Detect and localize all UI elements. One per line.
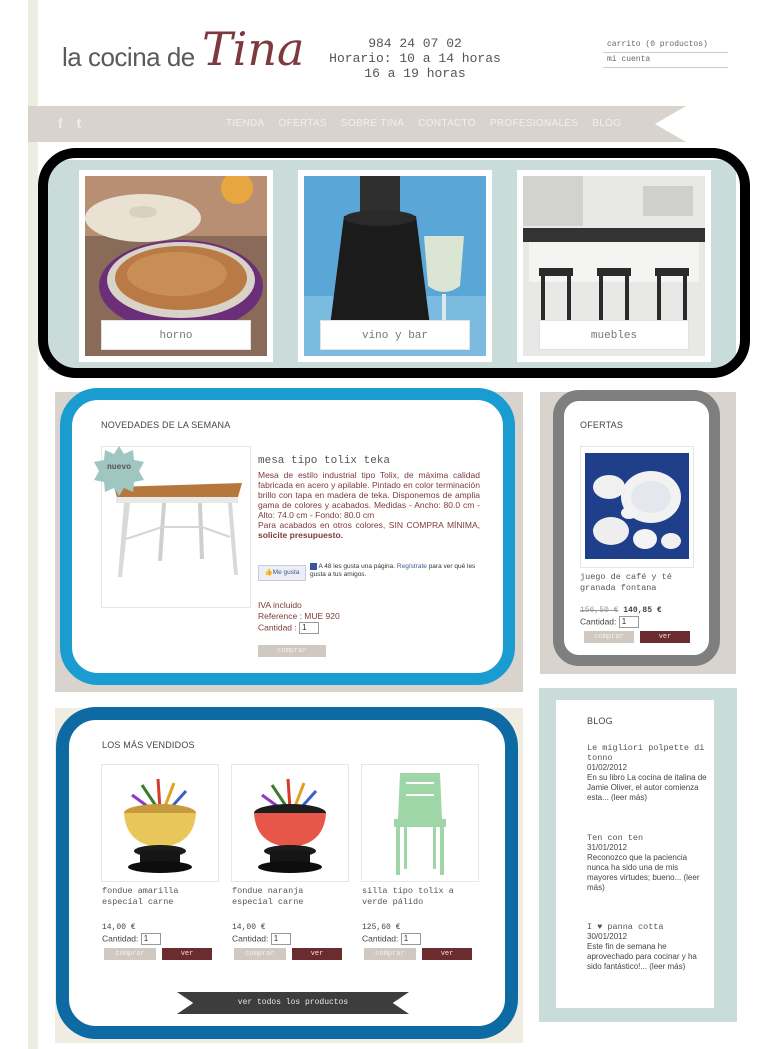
buy-button[interactable]: comprar bbox=[104, 948, 156, 960]
vendidos-item-price: 14,00 € bbox=[102, 923, 136, 932]
user-links: carrito (0 productos) mi cuenta bbox=[603, 38, 728, 68]
hours-line-1: Horario: 10 a 14 horas bbox=[329, 51, 501, 66]
current-price: 140,85 € bbox=[623, 606, 662, 615]
view-button[interactable]: ver bbox=[422, 948, 472, 960]
buy-button[interactable]: comprar bbox=[584, 631, 634, 643]
twitter-icon[interactable]: t bbox=[77, 115, 82, 131]
account-link[interactable]: mi cuenta bbox=[603, 53, 728, 68]
see-all-products-button[interactable]: ver todos los productos bbox=[177, 992, 409, 1014]
quantity-input[interactable]: 1 bbox=[618, 616, 639, 628]
blog-entry-date: 31/01/2012 bbox=[587, 843, 628, 852]
ofertas-product-image[interactable] bbox=[580, 446, 694, 568]
new-badge-label: nuevo bbox=[106, 463, 131, 472]
quantity-input[interactable]: 1 bbox=[140, 933, 161, 945]
view-button[interactable]: ver bbox=[292, 948, 342, 960]
vendidos-title: LOS MÁS VENDIDOS bbox=[102, 740, 195, 750]
quantity-label: Cantidad: bbox=[232, 933, 269, 944]
buy-button[interactable]: comprar bbox=[364, 948, 416, 960]
like-button-label: Me gusta bbox=[272, 569, 300, 576]
blog-title: BLOG bbox=[587, 716, 613, 726]
blog-entry[interactable]: I ♥ panna cotta 30/01/2012 Este fin de s… bbox=[587, 922, 707, 972]
quote-request-link[interactable]: solicite presupuesto. bbox=[258, 530, 343, 540]
novedades-product-name[interactable]: mesa tipo tolix teka bbox=[258, 455, 390, 467]
buy-button[interactable]: comprar bbox=[234, 948, 286, 960]
blog-entry-excerpt: En su libro La cocina de italina de Jami… bbox=[587, 773, 707, 802]
description-text-2: Para acabados en otros colores, SIN COMP… bbox=[258, 520, 480, 530]
nav-item-ofertas[interactable]: OFERTAS bbox=[278, 118, 326, 129]
blog-entry-date: 01/02/2012 bbox=[587, 763, 628, 772]
view-button[interactable]: ver bbox=[640, 631, 690, 643]
contact-info: 984 24 07 02 Horario: 10 a 14 horas 16 a… bbox=[322, 36, 508, 81]
ofertas-title: OFERTAS bbox=[580, 420, 624, 430]
like-text: A 48 les gusta una página. Regístrate pa… bbox=[310, 563, 482, 579]
vendidos-item-image[interactable] bbox=[101, 764, 219, 882]
blog-entry-title[interactable]: Ten con ten bbox=[587, 833, 707, 843]
highlight-frame-categories bbox=[38, 148, 750, 378]
quantity-label: Cantidad: bbox=[102, 933, 139, 944]
ofertas-product-name[interactable]: juego de café y té granada fontana bbox=[580, 572, 692, 594]
quantity-label: Cantidad: bbox=[362, 933, 399, 944]
new-badge: nuevo bbox=[94, 446, 144, 496]
nav-menu: TIENDA OFERTAS SOBRE TINA CONTACTO PROFE… bbox=[226, 118, 635, 129]
ofertas-quantity-row: Cantidad: 1 bbox=[580, 616, 639, 628]
left-sidebar-strip bbox=[28, 0, 38, 1049]
view-button[interactable]: ver bbox=[162, 948, 212, 960]
quantity-label: Cantidad: bbox=[580, 616, 617, 627]
thumbs-up-icon: 👍 bbox=[264, 569, 273, 576]
blog-entry-excerpt: Reconozco que la paciencia nunca ha sido… bbox=[587, 853, 700, 892]
nav-item-tienda[interactable]: TIENDA bbox=[226, 118, 264, 129]
nav-item-contacto[interactable]: CONTACTO bbox=[418, 118, 476, 129]
like-count-text: A 48 les gusta una página. bbox=[318, 563, 397, 571]
register-link[interactable]: Regístrate bbox=[397, 563, 427, 570]
blog-entry-date: 30/01/2012 bbox=[587, 932, 628, 941]
facebook-icon[interactable]: f bbox=[58, 115, 63, 131]
vendidos-quantity-row: Cantidad: 1 bbox=[232, 933, 291, 945]
tax-note: IVA incluido bbox=[258, 600, 302, 610]
vendidos-item-image[interactable] bbox=[231, 764, 349, 882]
vendidos-item-name[interactable]: fondue amarilla especial carne bbox=[102, 886, 218, 908]
vendidos-item-name[interactable]: fondue naranja especial carne bbox=[232, 886, 348, 908]
quantity-input[interactable]: 1 bbox=[400, 933, 421, 945]
ofertas-price: 156,50 € 140,85 € bbox=[580, 606, 662, 616]
blog-entry-excerpt: Este fin de semana he aprovechado para c… bbox=[587, 942, 697, 971]
vendidos-item-price: 14,00 € bbox=[232, 923, 266, 932]
product-reference: Reference : MUE 920 bbox=[258, 611, 340, 621]
main-nav: f t TIENDA OFERTAS SOBRE TINA CONTACTO P… bbox=[28, 106, 686, 142]
quantity-input[interactable]: 1 bbox=[270, 933, 291, 945]
old-price: 156,50 € bbox=[580, 606, 619, 615]
vendidos-item-price: 125,60 € bbox=[362, 923, 401, 932]
social-links: f t bbox=[58, 115, 91, 131]
quantity-row: Cantidad : 1 bbox=[258, 622, 340, 634]
novedades-meta: IVA incluido Reference : MUE 920 Cantida… bbox=[258, 600, 340, 634]
logo-name: Tina bbox=[202, 22, 305, 76]
vendidos-item-name[interactable]: silla tipo tolix a verde pálido bbox=[362, 886, 478, 908]
cart-link[interactable]: carrito (0 productos) bbox=[603, 38, 728, 53]
nav-item-blog[interactable]: BLOG bbox=[592, 118, 621, 129]
novedades-title: NOVEDADES DE LA SEMANA bbox=[101, 420, 231, 430]
blog-entry[interactable]: Le migliori polpette di tonno 01/02/2012… bbox=[587, 743, 707, 803]
facebook-like-box: 👍Me gusta A 48 les gusta una página. Reg… bbox=[258, 563, 480, 585]
quantity-input[interactable]: 1 bbox=[299, 622, 320, 634]
site-logo[interactable]: la cocina de Tina bbox=[62, 22, 304, 82]
facebook-icon bbox=[310, 563, 317, 570]
hours-line-2: 16 a 19 horas bbox=[364, 66, 466, 81]
nav-item-sobre-tina[interactable]: SOBRE TINA bbox=[341, 118, 404, 129]
buy-button[interactable]: comprar bbox=[258, 645, 326, 657]
phone-number: 984 24 07 02 bbox=[368, 36, 462, 51]
quantity-label: Cantidad : bbox=[258, 622, 297, 633]
nav-item-profesionales[interactable]: PROFESIONALES bbox=[490, 118, 578, 129]
vendidos-quantity-row: Cantidad: 1 bbox=[102, 933, 161, 945]
novedades-description: Mesa de estilo industrial tipo Tolix, de… bbox=[258, 470, 480, 540]
logo-prefix: la cocina de bbox=[62, 42, 195, 72]
facebook-like-button[interactable]: 👍Me gusta bbox=[258, 565, 306, 581]
description-text: Mesa de estilo industrial tipo Tolix, de… bbox=[258, 470, 480, 520]
blog-entry-title[interactable]: Le migliori polpette di tonno bbox=[587, 743, 707, 763]
vendidos-quantity-row: Cantidad: 1 bbox=[362, 933, 421, 945]
blog-entry-title[interactable]: I ♥ panna cotta bbox=[587, 922, 707, 932]
blog-entry[interactable]: Ten con ten 31/01/2012 Reconozco que la … bbox=[587, 833, 707, 893]
vendidos-item-image[interactable] bbox=[361, 764, 479, 882]
